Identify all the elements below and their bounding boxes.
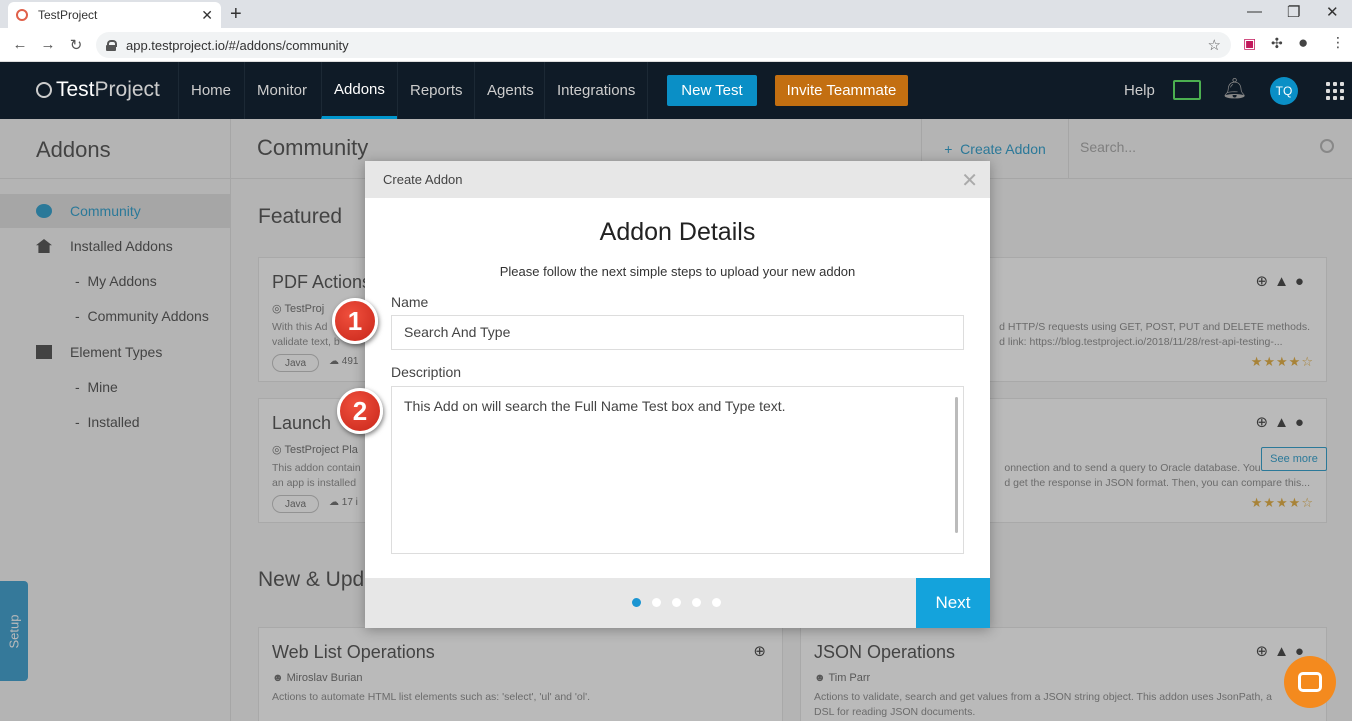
logo-mark-icon <box>36 82 52 98</box>
step-dot <box>712 598 721 607</box>
step-dot <box>672 598 681 607</box>
profile-icon[interactable]: ● <box>1298 33 1308 53</box>
help-link[interactable]: Help <box>1124 82 1155 99</box>
testproject-logo[interactable]: Test Project <box>36 78 160 102</box>
step-dot <box>692 598 701 607</box>
next-button[interactable]: Next <box>916 578 990 628</box>
name-label: Name <box>391 294 429 310</box>
nav-integrations[interactable]: Integrations <box>544 62 649 119</box>
modal-footer: Next <box>365 578 990 628</box>
nav-monitor[interactable]: Monitor <box>244 62 319 119</box>
invite-teammate-button[interactable]: Invite Teammate <box>775 75 908 106</box>
close-window-button[interactable]: ✕ <box>1326 3 1339 21</box>
tab-title: TestProject <box>38 8 98 22</box>
favicon-icon <box>16 9 28 21</box>
chat-icon <box>1298 672 1322 692</box>
modal-heading: Addon Details <box>599 218 756 246</box>
bookmark-star-icon[interactable]: ☆ <box>1208 36 1221 54</box>
callout-marker-1: 1 <box>332 298 378 344</box>
browser-menu-icon[interactable]: ⋮ <box>1331 34 1345 51</box>
step-indicator <box>632 598 721 607</box>
create-addon-modal: Create Addon ✕ Addon Details Please foll… <box>365 161 990 628</box>
modal-header: Create Addon ✕ <box>365 161 990 198</box>
agent-monitor-icon[interactable] <box>1173 80 1201 100</box>
modal-header-title: Create Addon <box>383 172 463 187</box>
callout-marker-2: 2 <box>337 388 383 434</box>
close-icon[interactable]: ✕ <box>961 168 978 193</box>
new-test-button[interactable]: New Test <box>667 75 757 106</box>
nav-agents[interactable]: Agents <box>474 62 546 119</box>
maximize-button[interactable]: ❐ <box>1287 3 1300 21</box>
user-avatar[interactable]: TQ <box>1270 77 1298 105</box>
tab-close-icon[interactable]: ✕ <box>201 7 213 24</box>
step-dot-active <box>632 598 641 607</box>
description-scrollbar[interactable] <box>955 397 958 533</box>
new-tab-button[interactable]: + <box>230 3 242 26</box>
reload-button[interactable]: ↻ <box>62 36 90 54</box>
nav-reports[interactable]: Reports <box>397 62 475 119</box>
extensions-puzzle-icon[interactable]: ✣ <box>1271 35 1283 52</box>
logo-text-a: Test <box>56 78 95 101</box>
minimize-button[interactable]: — <box>1247 3 1262 20</box>
lock-icon <box>106 39 117 51</box>
browser-tabstrip: TestProject ✕ + — ❐ ✕ <box>0 0 1352 28</box>
url-bar[interactable]: app.testproject.io/#/addons/community ☆ <box>96 32 1231 58</box>
notifications-bell-icon[interactable]: 🔔︎ <box>1222 76 1247 104</box>
back-button[interactable]: ← <box>6 36 34 53</box>
description-label: Description <box>391 364 462 380</box>
chat-launcher-button[interactable] <box>1284 656 1336 708</box>
url-text: app.testproject.io/#/addons/community <box>126 37 349 53</box>
app-header: Test Project Home Monitor Addons Reports … <box>0 62 1352 119</box>
logo-text-b: Project <box>94 78 160 101</box>
name-input[interactable]: Search And Type <box>391 315 964 350</box>
address-bar-row: ← → ↻ app.testproject.io/#/addons/commun… <box>0 28 1352 62</box>
forward-button[interactable]: → <box>34 36 62 53</box>
nav-addons[interactable]: Addons <box>321 62 397 119</box>
browser-tab[interactable]: TestProject ✕ <box>8 2 221 28</box>
step-dot <box>652 598 661 607</box>
description-textarea[interactable]: This Add on will search the Full Name Te… <box>391 386 964 554</box>
extension-icon[interactable]: ▣ <box>1243 35 1256 52</box>
nav-home[interactable]: Home <box>178 62 243 119</box>
apps-grid-icon[interactable] <box>1326 82 1344 100</box>
modal-subtitle: Please follow the next simple steps to u… <box>499 264 856 279</box>
